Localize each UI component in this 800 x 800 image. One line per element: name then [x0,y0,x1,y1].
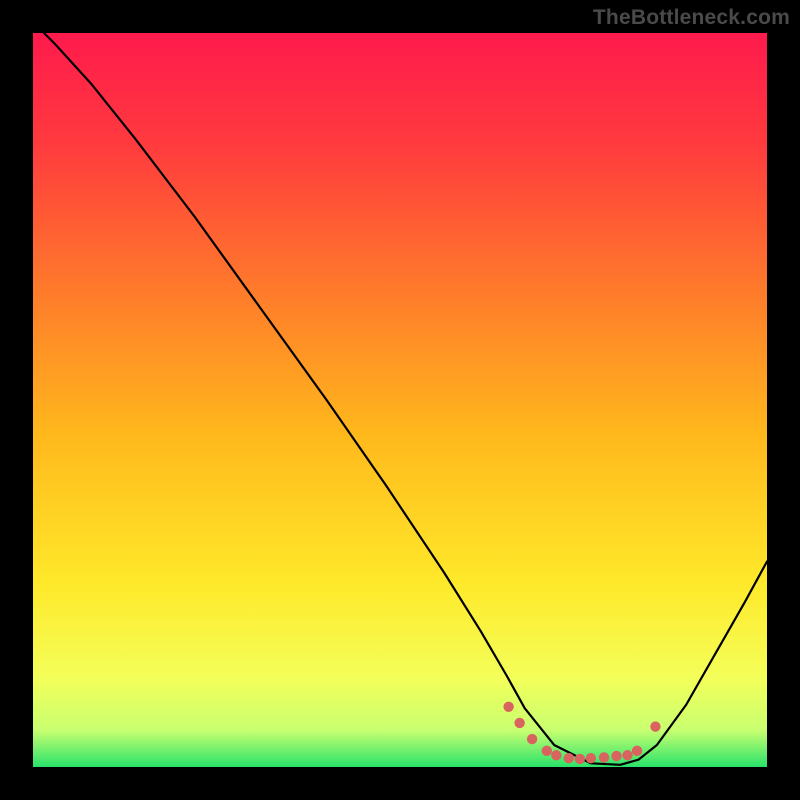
chart-page: TheBottleneck.com [0,0,800,800]
fit-dot [564,753,574,763]
fit-dot [542,746,552,756]
fit-dot [527,734,537,744]
fit-dot [575,754,585,764]
plot-area [33,33,767,767]
fit-dot [622,750,632,760]
watermark-text: TheBottleneck.com [593,6,790,30]
fit-dot [551,750,561,760]
bottleneck-chart [33,33,767,767]
fit-dot [650,721,660,731]
fit-dot [632,746,642,756]
fit-dot [503,702,513,712]
fit-dot [514,718,524,728]
fit-dot [611,751,621,761]
fit-dot [586,753,596,763]
fit-dot [599,752,609,762]
gradient-background [33,33,767,767]
